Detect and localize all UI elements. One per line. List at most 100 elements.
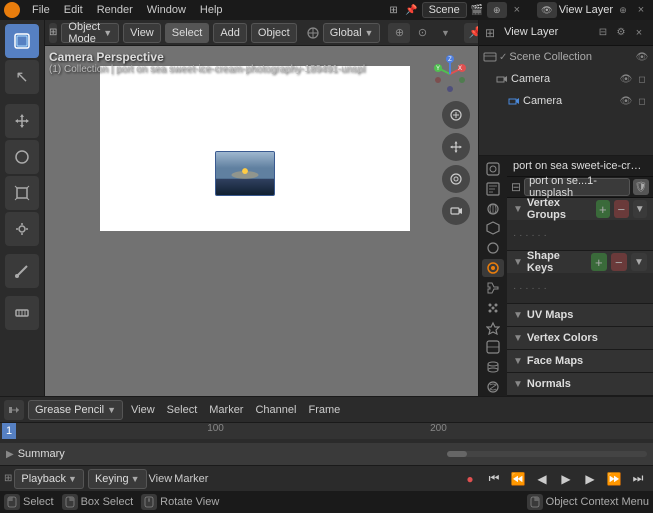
timeline-editor-icon[interactable] <box>4 400 24 420</box>
global-transform-dropdown[interactable]: Global ▼ <box>323 23 381 43</box>
zoom-in-gizmo-btn[interactable] <box>442 101 470 129</box>
timeline-scrubber[interactable]: 1 100 200 <box>0 423 653 443</box>
shape-keys-tri-btn[interactable]: ▼ <box>631 253 647 271</box>
vertex-groups-tri-btn[interactable]: ▼ <box>633 200 648 218</box>
filter-icon[interactable]: ⊟ <box>595 25 611 41</box>
snap-dropdown-icon[interactable]: ▼ <box>434 23 456 43</box>
summary-scroll-area[interactable] <box>447 451 647 457</box>
add-menu-btn[interactable]: Add <box>213 23 247 43</box>
camera-child-restrict-icon[interactable]: ◻ <box>635 94 649 108</box>
camera-parent-restrict-icon[interactable]: ◻ <box>635 72 649 86</box>
viewlayer-close-icon[interactable]: × <box>633 2 649 18</box>
menu-help[interactable]: Help <box>194 0 229 20</box>
timeline-marker-btn[interactable]: Marker <box>205 400 247 420</box>
play-btn[interactable]: ▶ <box>555 468 577 490</box>
viewlayer-icon[interactable]: 👁 <box>537 2 557 18</box>
timeline-numbers-row[interactable]: 1 100 200 <box>0 423 653 439</box>
scene-props-icon[interactable] <box>482 219 504 237</box>
filter-funnel-icon[interactable]: ⊟ <box>511 180 521 194</box>
material-props-icon[interactable] <box>482 378 504 396</box>
jump-start-btn[interactable]: ⏮ <box>483 468 505 490</box>
proportional-edit-icon[interactable]: ⊙ <box>411 23 433 43</box>
move-tool-btn[interactable] <box>5 104 39 138</box>
camera-gizmo-btn[interactable] <box>442 197 470 225</box>
face-maps-header[interactable]: ▼ Face Maps <box>507 350 653 372</box>
view-menu-btn[interactable]: View <box>123 23 161 43</box>
record-btn[interactable]: ● <box>459 468 481 490</box>
camera-child-eye-icon[interactable]: 👁 <box>619 94 633 108</box>
timeline-track[interactable] <box>0 439 653 443</box>
outliner-item-collection[interactable]: ✓ Scene Collection 👁 <box>479 46 653 68</box>
scene-collection-eye-icon[interactable]: 👁 <box>635 50 649 64</box>
step-forward-btn[interactable]: ▶ <box>579 468 601 490</box>
normals-shield-icon[interactable]: 🛡 <box>633 179 649 195</box>
axis-widget[interactable]: X Y Z <box>430 54 470 94</box>
playback-dropdown[interactable]: Playback ▼ <box>14 469 84 489</box>
shape-keys-add-btn[interactable]: + <box>591 253 607 271</box>
object-menu-btn[interactable]: Object <box>251 23 297 43</box>
camera-object-3d[interactable] <box>215 151 275 196</box>
transform-tool-btn[interactable] <box>5 212 39 246</box>
object-props-icon[interactable] <box>482 259 504 277</box>
playback-view-btn[interactable]: View <box>149 473 173 485</box>
playback-editor-icon[interactable]: ⊞ <box>4 473 12 484</box>
shape-keys-header[interactable]: ▼ Shape Keys + − ▼ <box>507 251 653 273</box>
measure-tool-btn[interactable] <box>5 296 39 330</box>
menu-edit[interactable]: Edit <box>58 0 89 20</box>
copy-icon[interactable]: ⊕ <box>487 2 507 18</box>
constraints-props-icon[interactable] <box>482 338 504 356</box>
viewlayer-props-icon[interactable] <box>482 200 504 218</box>
editor-type-icon[interactable]: ⊞ <box>386 2 402 18</box>
viewport-editor-icon[interactable]: ⊞ <box>49 23 57 43</box>
data-props-icon[interactable] <box>482 358 504 376</box>
keying-dropdown[interactable]: Keying ▼ <box>88 469 147 489</box>
menu-file[interactable]: File <box>26 0 56 20</box>
summary-bar[interactable]: ▶ Summary <box>0 443 653 465</box>
uv-maps-header[interactable]: ▼ UV Maps <box>507 304 653 326</box>
particles-props-icon[interactable] <box>482 299 504 317</box>
grease-pencil-dropdown[interactable]: Grease Pencil ▼ <box>28 400 123 420</box>
zoom-out-gizmo-btn[interactable] <box>442 165 470 193</box>
shape-keys-remove-btn[interactable]: − <box>611 253 627 271</box>
blender-logo-icon[interactable] <box>4 2 20 18</box>
prev-keyframe-btn[interactable]: ⏪ <box>507 468 529 490</box>
close-outliner-icon[interactable]: × <box>631 25 647 41</box>
vertex-groups-header[interactable]: ▼ Vertex Groups + − ▼ <box>507 198 653 220</box>
world-props-icon[interactable] <box>482 239 504 257</box>
viewlayer-add-icon[interactable]: ⊕ <box>615 2 631 18</box>
scale-tool-btn[interactable] <box>5 176 39 210</box>
object-mode-dropdown[interactable]: Object Mode ▼ <box>61 23 119 43</box>
cursor-tool-btn[interactable]: ↖ <box>5 60 39 94</box>
menu-render[interactable]: Render <box>91 0 139 20</box>
annotate-tool-btn[interactable] <box>5 254 39 288</box>
modifier-props-icon[interactable] <box>482 279 504 297</box>
render-props-icon[interactable] <box>482 160 504 178</box>
playback-marker-btn[interactable]: Marker <box>174 473 208 485</box>
outliner-item-camera-child[interactable]: Camera 👁 ◻ <box>479 90 653 112</box>
next-keyframe-btn[interactable]: ⏩ <box>603 468 625 490</box>
timeline-frame-btn[interactable]: Frame <box>304 400 344 420</box>
pin2-icon[interactable]: 📌 <box>464 23 478 43</box>
output-props-icon[interactable] <box>482 180 504 198</box>
timeline-channel-btn[interactable]: Channel <box>251 400 300 420</box>
camera-parent-eye-icon[interactable]: 👁 <box>619 72 633 86</box>
scene-icon[interactable]: 🎬 <box>469 2 485 18</box>
settings-icon[interactable]: ⚙ <box>613 25 629 41</box>
timeline-select-btn[interactable]: Select <box>163 400 202 420</box>
pan-gizmo-btn[interactable] <box>442 133 470 161</box>
close-icon[interactable]: × <box>509 2 525 18</box>
physics-props-icon[interactable] <box>482 319 504 337</box>
scene-name-field[interactable]: Scene <box>422 2 467 18</box>
vertex-groups-add-btn[interactable]: + <box>596 200 611 218</box>
jump-end-btn[interactable]: ⏭ <box>627 468 649 490</box>
step-back-btn[interactable]: ◀ <box>531 468 553 490</box>
rotate-tool-btn[interactable] <box>5 140 39 174</box>
normals-header[interactable]: ▼ Normals <box>507 373 653 395</box>
menu-window[interactable]: Window <box>141 0 192 20</box>
snap-icon[interactable]: ⊕ <box>388 23 410 43</box>
viewport-3d[interactable]: ↗ Camera Perspective (1) Collection | po… <box>45 46 478 396</box>
vertex-groups-remove-btn[interactable]: − <box>614 200 629 218</box>
current-frame-box[interactable]: 1 <box>2 423 16 439</box>
outliner-item-camera-parent[interactable]: Camera 👁 ◻ <box>479 68 653 90</box>
select-menu-btn[interactable]: Select <box>165 23 210 43</box>
